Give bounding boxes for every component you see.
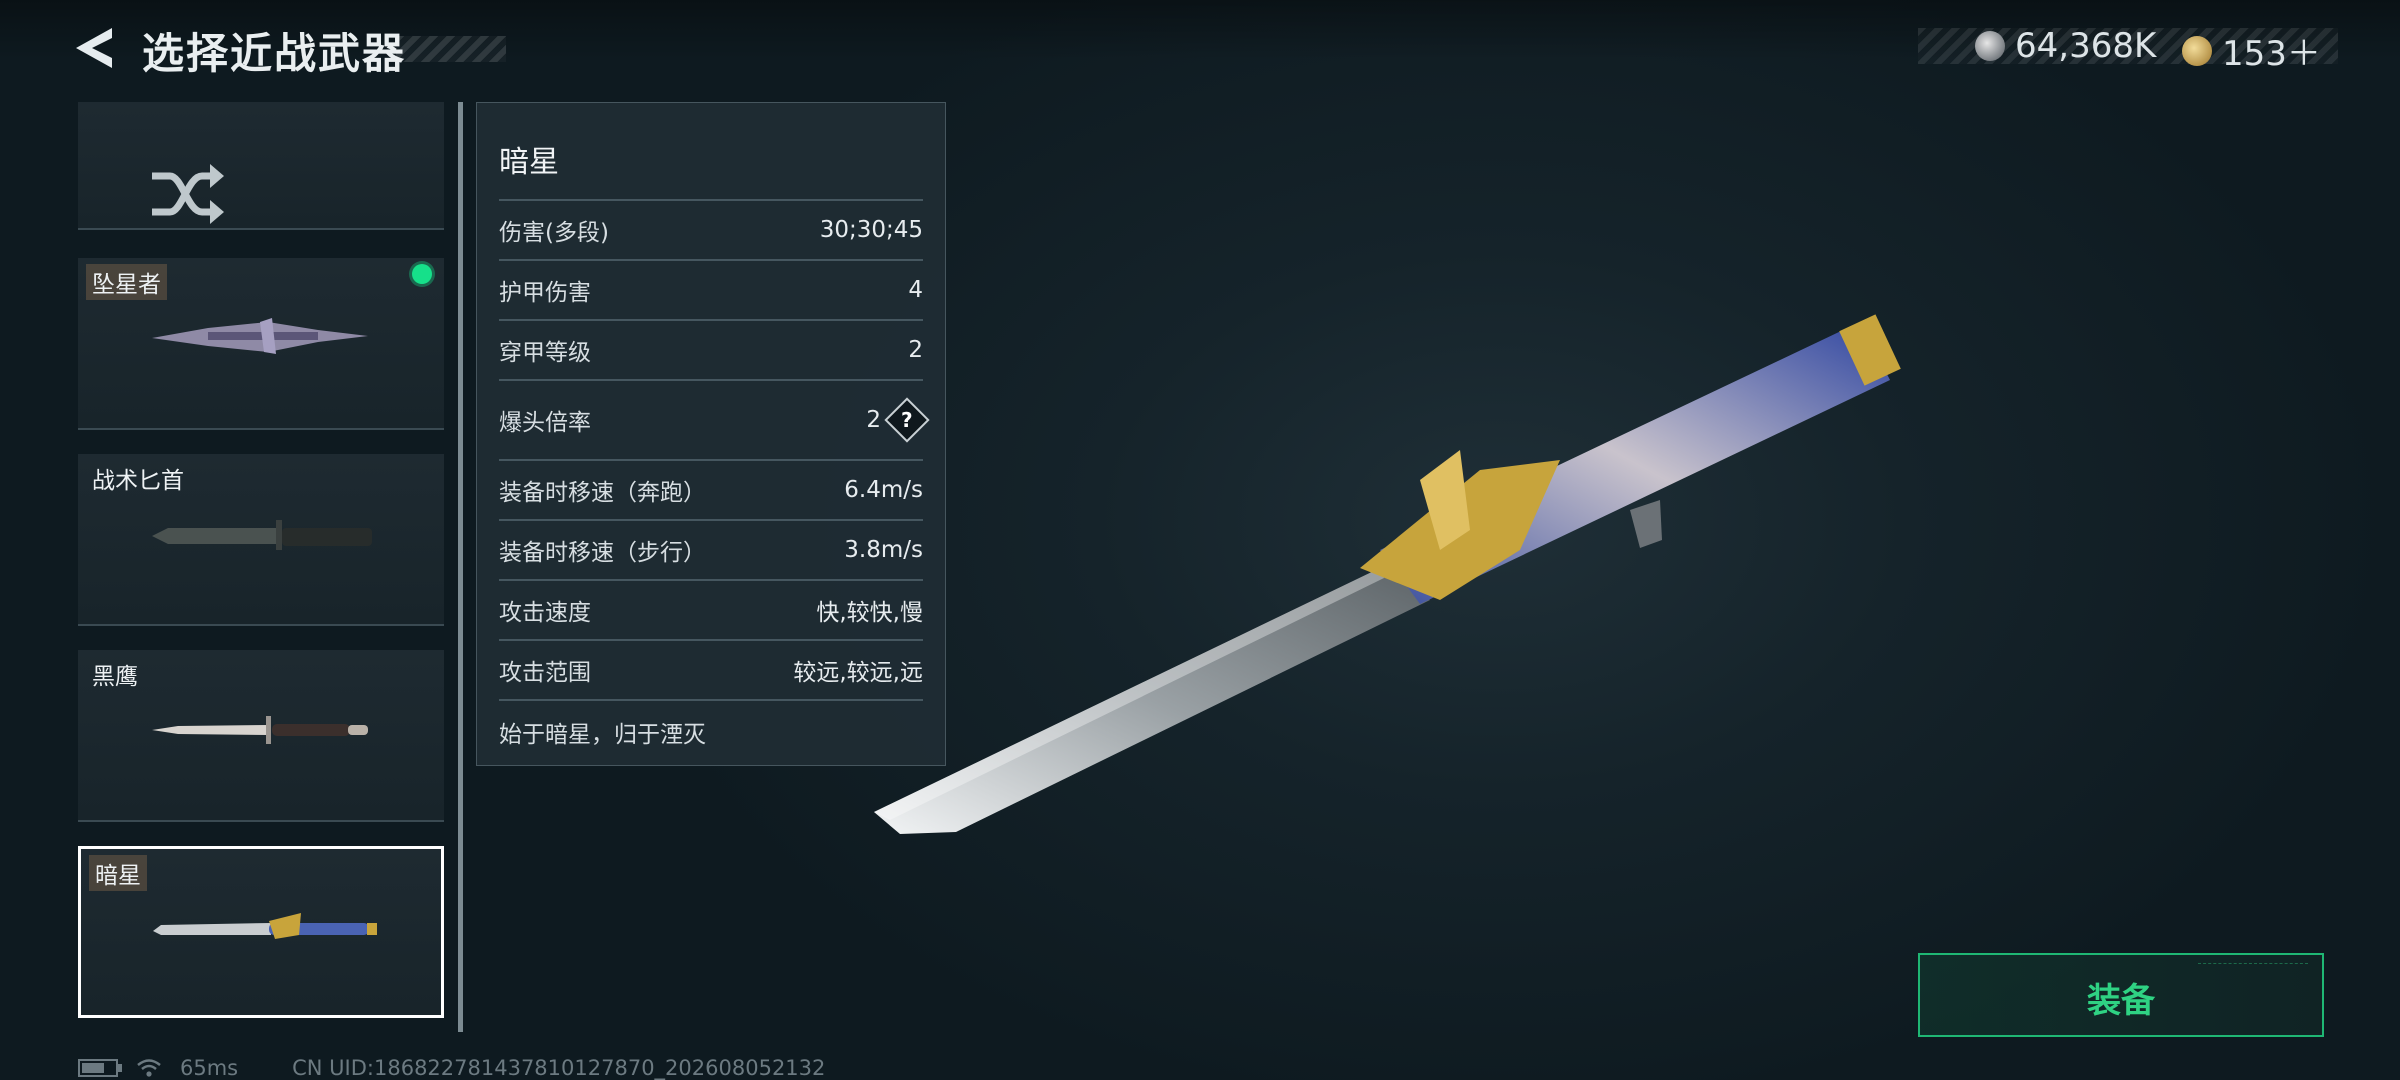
title-decoration bbox=[396, 36, 506, 62]
stat-row-damage: 伤害(多段) 30;30;45 bbox=[499, 199, 923, 259]
weapon-card-1[interactable]: 坠星者 bbox=[78, 258, 444, 430]
status-footer: 65ms CN UID:1868227814378101278​70_20260… bbox=[78, 1056, 825, 1080]
ping-value: 65ms bbox=[180, 1056, 239, 1080]
page-title: 选择近战武器 bbox=[142, 29, 407, 78]
button-decoration bbox=[2198, 963, 2308, 968]
stat-label: 攻击速度 bbox=[499, 600, 591, 626]
weapon-card-4-selected[interactable]: 暗星 bbox=[78, 846, 444, 1018]
stat-value: 30;30;45 bbox=[819, 217, 923, 243]
stat-label: 穿甲等级 bbox=[499, 340, 591, 366]
equipped-indicator bbox=[412, 264, 432, 284]
weapon-showcase-image bbox=[874, 314, 1901, 834]
battery-icon bbox=[78, 1059, 122, 1077]
equip-button-label: 装备 bbox=[2087, 981, 2155, 1021]
silver-coin-icon bbox=[1975, 31, 2005, 61]
weapon-thumbnail bbox=[153, 913, 377, 939]
stat-label: 伤害(多段) bbox=[499, 220, 609, 246]
stat-label: 攻击范围 bbox=[499, 660, 591, 686]
shuffle-icon bbox=[152, 164, 224, 224]
equip-button[interactable]: 装备 bbox=[1918, 953, 2324, 1037]
weapon-name: 战术匕首 bbox=[92, 468, 184, 494]
list-scrollbar[interactable] bbox=[458, 102, 463, 1032]
weapon-name: 黑鹰 bbox=[92, 664, 138, 690]
weapon-thumbnail bbox=[152, 318, 368, 354]
stat-label: 装备时移速（步行） bbox=[499, 540, 706, 566]
wifi-icon bbox=[137, 1059, 161, 1077]
user-uid: CN UID:1868227814378101278​70_2026080521… bbox=[292, 1056, 826, 1080]
currency-silver[interactable]: 64,368K bbox=[1975, 26, 2156, 66]
weapon-name: 暗星 bbox=[89, 855, 147, 891]
weapon-description: 始于暗星，归于湮灭 bbox=[499, 722, 706, 748]
back-arrow-icon[interactable] bbox=[72, 24, 116, 72]
weapon-card-3[interactable]: 黑鹰 bbox=[78, 650, 444, 822]
weapon-thumbnail bbox=[152, 716, 368, 744]
weapon-thumbnail bbox=[152, 520, 372, 550]
weapon-name: 坠星者 bbox=[86, 264, 167, 300]
currency-gold[interactable]: 153＋ bbox=[2182, 26, 2321, 75]
stat-label: 护甲伤害 bbox=[499, 280, 591, 306]
silver-amount: 64,368K bbox=[2015, 26, 2157, 66]
gold-coin-icon bbox=[2182, 35, 2212, 66]
stat-label: 装备时移速（奔跑） bbox=[499, 480, 706, 506]
weapon-title: 暗星 bbox=[499, 145, 559, 180]
stat-label: 爆头倍率 bbox=[499, 410, 591, 436]
gold-amount: 153＋ bbox=[2222, 34, 2321, 74]
random-weapon-button[interactable] bbox=[78, 102, 444, 230]
weapon-card-2[interactable]: 战术匕首 bbox=[78, 454, 444, 626]
